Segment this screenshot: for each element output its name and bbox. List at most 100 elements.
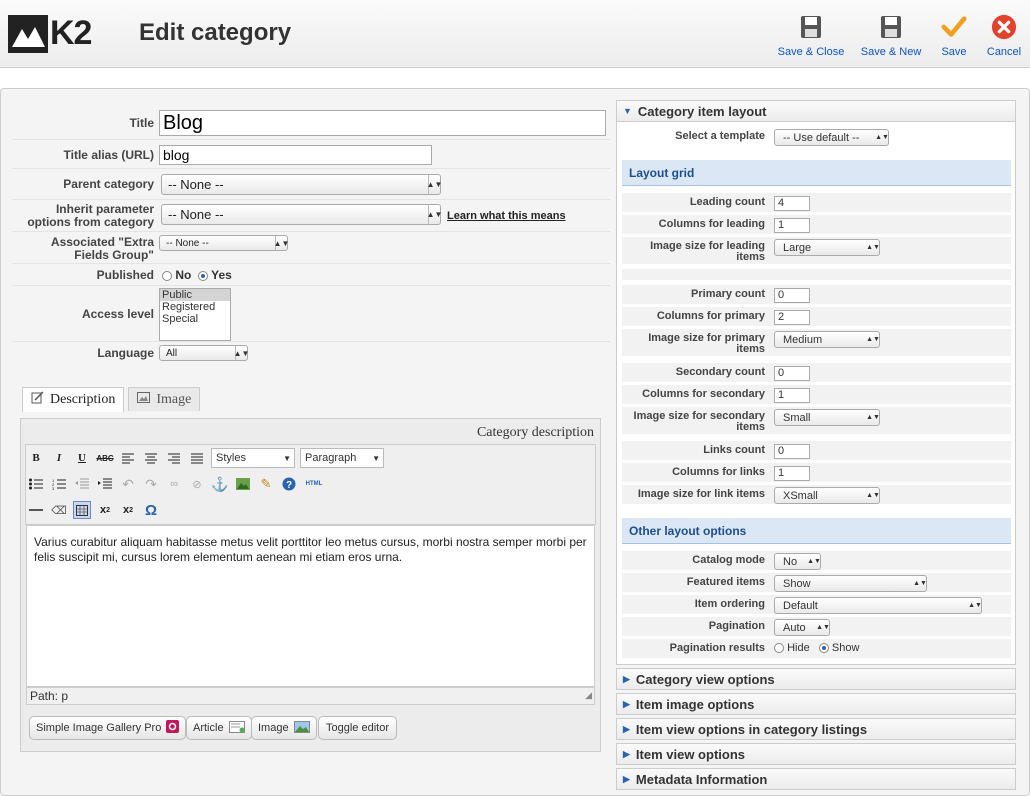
grid-number-input[interactable]: 1 — [774, 388, 810, 403]
learn-more-link[interactable]: Learn what this means — [447, 210, 566, 222]
grid-number-input[interactable]: 2 — [774, 310, 810, 325]
italic-button[interactable]: I — [50, 449, 68, 467]
unlink-icon[interactable]: ⊘ — [188, 475, 206, 493]
layout-grid-row: Columns for links 1 — [622, 463, 1011, 483]
strikethrough-button[interactable]: ABC — [96, 449, 114, 467]
align-right-button[interactable] — [165, 449, 183, 467]
save-icon — [878, 14, 904, 40]
template-select[interactable]: -- Use default -- ▲▼ — [774, 129, 889, 146]
access-option[interactable]: Public — [160, 289, 230, 301]
image-button[interactable]: Image — [251, 716, 317, 740]
select-arrows-icon: ▲▼ — [866, 336, 880, 343]
published-yes-radio[interactable] — [198, 270, 209, 281]
undo-icon[interactable]: ↶ — [119, 475, 137, 493]
save-close-button[interactable]: Save & Close — [776, 14, 846, 58]
inherit-row: Inherit parameter options from category -… — [12, 201, 610, 232]
alias-row: Title alias (URL) — [12, 141, 610, 169]
layout-grid-row: Image size for leading items Large ▲▼ — [622, 237, 1011, 265]
catalog-mode-select[interactable]: No ▲▼ — [774, 553, 821, 570]
edit-icon — [31, 391, 44, 409]
special-character-icon[interactable]: Ω — [142, 501, 160, 519]
bullet-list-icon[interactable] — [27, 475, 45, 493]
layout-grid-row: Columns for secondary 1 — [622, 385, 1011, 405]
align-justify-button[interactable] — [188, 449, 206, 467]
select-arrows-icon: ▲▼ — [816, 624, 830, 631]
save-new-button[interactable]: Save & New — [856, 14, 926, 58]
image-size-select[interactable]: Medium ▲▼ — [774, 331, 880, 348]
layout-grid-row: Links count 0 — [622, 441, 1011, 461]
subscript-icon[interactable]: x2 — [96, 501, 114, 519]
html-source-icon[interactable]: HTML — [303, 475, 325, 493]
article-button[interactable]: Article — [186, 716, 252, 740]
title-input[interactable] — [159, 110, 606, 136]
select-arrows-icon: ▲▼ — [866, 244, 880, 251]
align-left-button[interactable] — [119, 449, 137, 467]
category-view-options-header[interactable]: ▶ Category view options — [616, 668, 1016, 690]
grid-number-input[interactable]: 4 — [774, 196, 810, 211]
link-icon[interactable]: ∞ — [165, 475, 183, 493]
resize-handle-icon[interactable]: ◢ — [585, 687, 592, 704]
remove-format-icon[interactable]: ⌫ — [50, 501, 68, 519]
superscript-icon[interactable]: x2 — [119, 501, 137, 519]
template-row: Select a template -- Use default -- ▲▼ — [622, 127, 1011, 147]
expanded-triangle-icon: ▼ — [623, 106, 632, 116]
access-option[interactable]: Special — [160, 313, 230, 325]
horizontal-rule-icon[interactable] — [27, 501, 45, 519]
featured-items-row: Featured items Show ▲▼ — [622, 573, 1011, 593]
select-arrows-icon: ▲▼ — [807, 558, 821, 565]
access-level-list[interactable]: Public Registered Special — [159, 288, 231, 341]
cleanup-icon[interactable]: ✎ — [257, 475, 275, 493]
inherit-category-select[interactable]: -- None -- ▲▼ — [161, 204, 442, 225]
grid-number-input[interactable]: 1 — [774, 466, 810, 481]
cancel-button[interactable]: Cancel — [984, 14, 1024, 58]
grid-number-input[interactable]: 0 — [774, 444, 810, 459]
simple-image-gallery-button[interactable]: Simple Image Gallery Pro — [29, 716, 187, 740]
underline-button[interactable]: U — [73, 449, 91, 467]
item-view-in-listings-header[interactable]: ▶ Item view options in category listings — [616, 718, 1016, 740]
access-option[interactable]: Registered — [160, 301, 230, 313]
image-size-select[interactable]: Small ▲▼ — [774, 409, 880, 426]
featured-items-select[interactable]: Show ▲▼ — [774, 575, 927, 592]
category-item-layout-header[interactable]: ▼ Category item layout — [616, 100, 1016, 122]
svg-text:?: ? — [286, 480, 292, 491]
bold-button[interactable]: B — [27, 449, 45, 467]
anchor-icon[interactable]: ⚓ — [211, 475, 229, 493]
format-select[interactable]: Paragraph ▼ — [300, 448, 384, 468]
table-visual-aid-icon[interactable] — [73, 501, 91, 519]
grid-number-input[interactable]: 0 — [774, 366, 810, 381]
item-view-options-header[interactable]: ▶ Item view options — [616, 743, 1016, 765]
pagination-show-radio[interactable] — [818, 643, 829, 654]
metadata-information-header[interactable]: ▶ Metadata Information — [616, 768, 1016, 790]
item-image-options-header[interactable]: ▶ Item image options — [616, 693, 1016, 715]
outdent-icon[interactable] — [73, 475, 91, 493]
tab-image[interactable]: Image — [128, 387, 201, 411]
collapsed-triangle-icon: ▶ — [623, 773, 630, 784]
toggle-editor-button[interactable]: Toggle editor — [318, 716, 397, 740]
editor-content-area[interactable]: Varius curabitur aliquam habitasse metus… — [26, 525, 595, 687]
grid-number-input[interactable]: 0 — [774, 288, 810, 303]
align-center-button[interactable] — [142, 449, 160, 467]
grid-number-input[interactable]: 1 — [774, 218, 810, 233]
redo-icon[interactable]: ↷ — [142, 475, 160, 493]
published-row: Published No Yes — [12, 265, 610, 286]
styles-select[interactable]: Styles ▼ — [211, 448, 295, 468]
published-no-radio[interactable] — [162, 270, 172, 281]
language-select[interactable]: All ▲▼ — [159, 345, 249, 361]
numbered-list-icon[interactable]: 123 — [50, 475, 68, 493]
tab-description[interactable]: Description — [22, 387, 125, 412]
save-button[interactable]: Save — [936, 14, 972, 58]
layout-grid-row: Columns for leading 1 — [622, 215, 1011, 235]
insert-image-icon[interactable] — [234, 475, 252, 493]
collapsed-triangle-icon: ▶ — [623, 748, 630, 759]
indent-icon[interactable] — [96, 475, 114, 493]
pagination-select[interactable]: Auto ▲▼ — [774, 619, 830, 636]
parent-category-select[interactable]: -- None -- ▲▼ — [161, 174, 442, 195]
pagination-hide-radio[interactable] — [774, 643, 784, 654]
alias-input[interactable] — [159, 145, 432, 165]
extra-fields-select[interactable]: -- None -- ▲▼ — [159, 235, 289, 251]
image-size-select[interactable]: XSmall ▲▼ — [774, 487, 880, 504]
collapsed-triangle-icon: ▶ — [623, 698, 630, 709]
image-size-select[interactable]: Large ▲▼ — [774, 239, 880, 256]
item-ordering-select[interactable]: Default ▲▼ — [774, 597, 982, 614]
help-icon[interactable]: ? — [280, 475, 298, 493]
